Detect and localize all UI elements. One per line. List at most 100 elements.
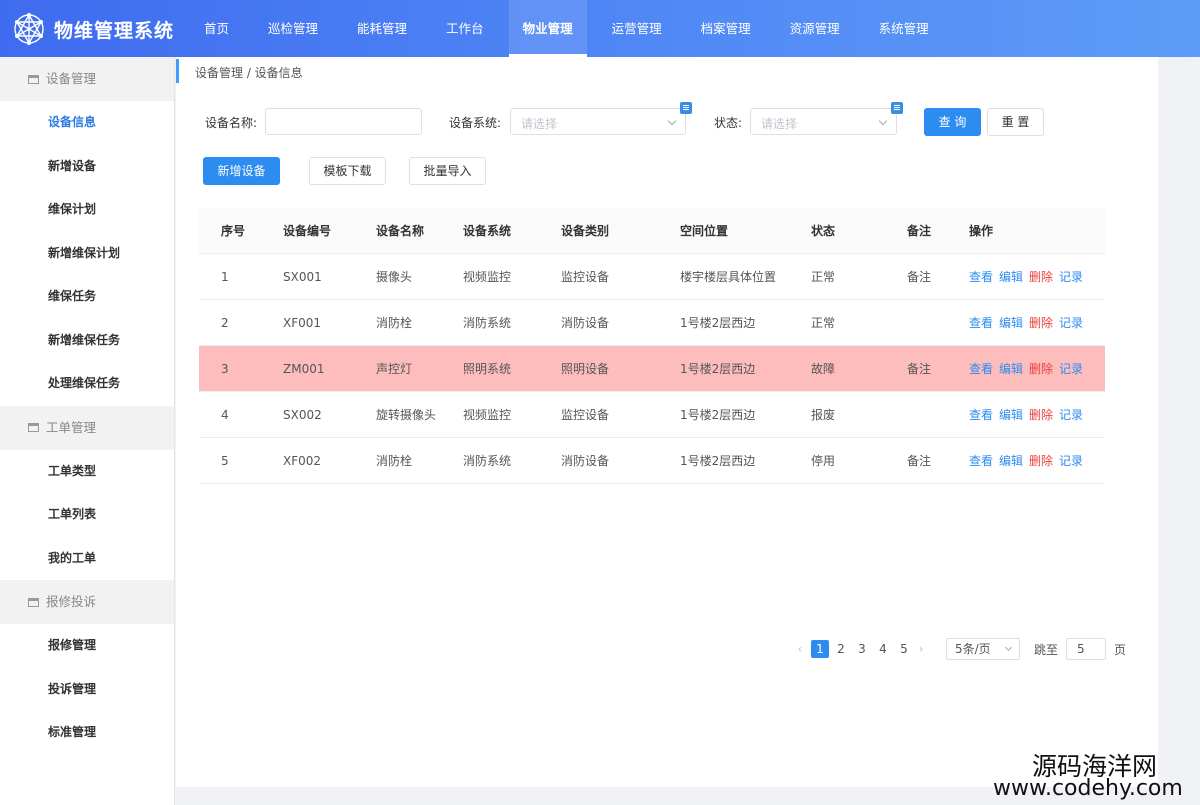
edit-link[interactable]: 编辑 [999,454,1023,468]
nav-property[interactable]: 物业管理 [508,0,587,57]
delete-link[interactable]: 删除 [1029,408,1053,422]
cell-code: SX001 [283,269,322,284]
sidebar-group-label: 工单管理 [46,419,97,435]
record-link[interactable]: 记录 [1059,408,1083,422]
edit-link[interactable]: 编辑 [999,408,1023,422]
cell-operations: 查看 编辑 删除 记录 [969,452,1105,469]
page-size-select[interactable]: 5条/页 [946,638,1020,660]
delete-link[interactable]: 删除 [1029,454,1053,468]
view-link[interactable]: 查看 [969,316,993,330]
view-link[interactable]: 查看 [969,454,993,468]
nav-system[interactable]: 系统管理 [865,0,943,57]
view-link[interactable]: 查看 [969,408,993,422]
sidebar-item-maintenance-plan[interactable]: 维保计划 [0,188,174,232]
cell-category: 监控设备 [561,408,610,422]
record-link[interactable]: 记录 [1059,454,1083,468]
nav-energy[interactable]: 能耗管理 [343,0,421,57]
cell-system: 消防系统 [463,454,512,468]
cell-system: 照明系统 [463,362,512,376]
cell-location: 1号楼2层西边 [680,362,756,376]
sidebar-group-repair[interactable]: 报修投诉 [0,580,174,624]
page-4[interactable]: 4 [874,640,892,658]
sidebar-item-workorder-type[interactable]: 工单类型 [0,450,174,494]
view-link[interactable]: 查看 [969,362,993,376]
status-label: 状态: [714,116,743,130]
sidebar-item-handle-maintenance-task[interactable]: 处理维保任务 [0,362,174,406]
delete-link[interactable]: 删除 [1029,362,1053,376]
batch-import-button[interactable]: 批量导入 [409,157,486,185]
nav-workbench[interactable]: 工作台 [432,0,498,57]
sidebar-item-standard-management[interactable]: 标准管理 [0,711,174,755]
edit-link[interactable]: 编辑 [999,270,1023,284]
edit-link[interactable]: 编辑 [999,362,1023,376]
column-header: 备注 [907,224,932,238]
sidebar-item-maintenance-task[interactable]: 维保任务 [0,275,174,319]
cell-category: 照明设备 [561,362,610,376]
page-1[interactable]: 1 [811,640,829,658]
sidebar-item-complaint-management[interactable]: 投诉管理 [0,668,174,712]
cell-status: 正常 [811,270,836,284]
cell-system: 消防系统 [463,316,512,330]
record-link[interactable]: 记录 [1059,270,1083,284]
page-5[interactable]: 5 [895,640,913,658]
nav-operations[interactable]: 运营管理 [598,0,676,57]
cell-operations: 查看 编辑 删除 记录 [969,268,1105,285]
reset-button[interactable]: 重 置 [987,108,1044,136]
jump-page-input[interactable]: 5 [1066,638,1107,660]
device-system-select[interactable]: 请选择 [510,102,692,135]
status-select[interactable]: 请选择 [750,102,903,135]
nav-resources[interactable]: 资源管理 [776,0,854,57]
nav-archives[interactable]: 档案管理 [687,0,765,57]
table-header: 序号 设备编号 设备名称 设备系统 设备类别 空间位置 状态 备注 操作 [199,208,1105,254]
device-name-input[interactable] [265,108,422,135]
query-button[interactable]: 查 询 [924,108,981,136]
page-size-value: 5条/页 [955,642,991,656]
delete-link[interactable]: 删除 [1029,316,1053,330]
device-table: 序号 设备编号 设备名称 设备系统 设备类别 空间位置 状态 备注 操作 1 S… [199,208,1105,484]
cell-code: XF002 [283,453,322,468]
page-3[interactable]: 3 [853,640,871,658]
record-link[interactable]: 记录 [1059,362,1083,376]
sidebar-group-workorder[interactable]: 工单管理 [0,405,174,450]
table-row: 1 SX001 摄像头 视频监控 监控设备 楼宇楼层具体位置 正常 备注 查看编… [199,254,1105,300]
cell-index: 3 [221,361,229,376]
edit-link[interactable]: 编辑 [999,316,1023,330]
column-header: 设备名称 [376,224,425,238]
chevron-right-icon[interactable]: › [916,642,926,656]
sidebar-item-repair-management[interactable]: 报修管理 [0,624,174,668]
cell-category: 消防设备 [561,316,610,330]
record-link[interactable]: 记录 [1059,316,1083,330]
cell-name: 旋转摄像头 [376,408,437,422]
cell-operations: 查看 编辑 删除 记录 [969,360,1105,377]
network-logo-icon [14,13,44,45]
sidebar-group-device[interactable]: 设备管理 [0,57,174,101]
chevron-left-icon[interactable]: ‹ [795,642,805,656]
nav-inspection[interactable]: 巡检管理 [254,0,332,57]
sidebar-item-add-maintenance-plan[interactable]: 新增维保计划 [0,232,174,276]
page-2[interactable]: 2 [832,640,850,658]
add-device-button[interactable]: 新增设备 [203,157,280,185]
cell-name: 摄像头 [376,270,413,284]
cell-name: 消防栓 [376,316,413,330]
pagination: ‹ 1 2 3 4 5 › 5条/页 跳至 5 页 [795,638,1126,660]
menu-icon [28,74,39,84]
list-icon [680,102,692,114]
cell-status: 停用 [811,454,836,468]
sidebar-group-label: 报修投诉 [46,594,97,609]
chevron-down-icon [1004,643,1013,652]
view-link[interactable]: 查看 [969,270,993,284]
delete-link[interactable]: 删除 [1029,270,1053,284]
sidebar-item-add-maintenance-task[interactable]: 新增维保任务 [0,319,174,363]
sidebar-item-add-device[interactable]: 新增设备 [0,145,174,189]
sidebar-item-device-info[interactable]: 设备信息 [0,101,174,145]
sidebar-item-workorder-list[interactable]: 工单列表 [0,493,174,537]
sidebar-item-my-workorders[interactable]: 我的工单 [0,537,174,581]
device-system-placeholder: 请选择 [521,117,558,131]
page-suffix: 页 [1114,642,1127,657]
nav-home[interactable]: 首页 [190,0,243,57]
template-download-button[interactable]: 模板下载 [309,157,386,185]
cell-operations: 查看 编辑 删除 记录 [969,406,1105,423]
status-placeholder: 请选择 [761,117,798,131]
cell-location: 1号楼2层西边 [680,316,756,330]
cell-index: 4 [221,407,229,422]
